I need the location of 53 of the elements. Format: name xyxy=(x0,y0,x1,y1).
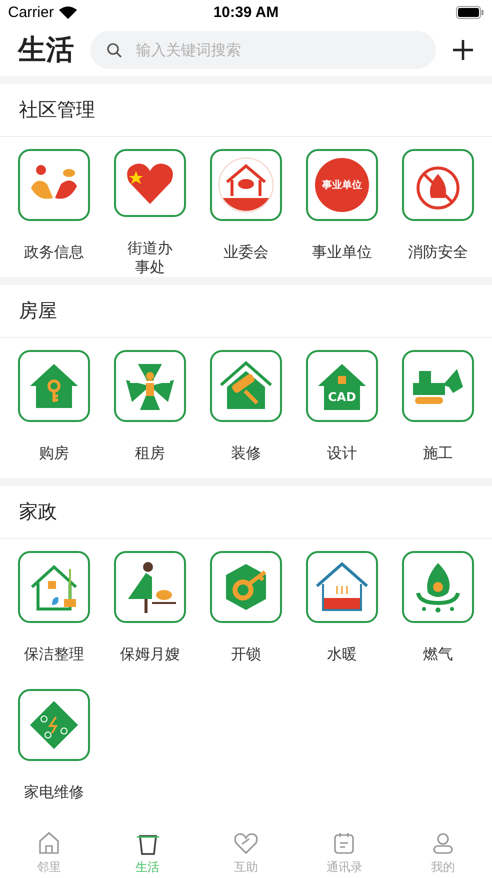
service-tile[interactable] xyxy=(306,551,378,623)
service-label: 业委会 xyxy=(224,243,268,262)
service-tile[interactable]: CAD xyxy=(306,350,378,422)
tab-item[interactable]: 生活 xyxy=(98,826,197,878)
service-tile[interactable] xyxy=(18,689,90,761)
service-tile[interactable] xyxy=(210,551,282,623)
service-tile[interactable]: 事业单位 xyxy=(306,149,378,221)
clock-time: 10:39 AM xyxy=(213,4,279,20)
service-tile[interactable] xyxy=(402,551,474,623)
service-tile[interactable] xyxy=(114,551,186,623)
tab-item[interactable]: 我的 xyxy=(394,826,492,878)
service-label: 设计 xyxy=(327,444,357,463)
circle-icon xyxy=(314,157,370,213)
service-label: 开锁 xyxy=(231,645,261,664)
section-title: 家政 xyxy=(19,500,57,525)
add-icon[interactable] xyxy=(452,39,474,61)
icon-label: CAD xyxy=(328,390,356,404)
service-tile[interactable] xyxy=(18,350,90,422)
section-title: 社区管理 xyxy=(19,98,95,123)
service-label: 政务信息 xyxy=(24,243,84,262)
service-label: 施工 xyxy=(423,444,453,463)
service-label: 购房 xyxy=(39,444,69,463)
service-label: 街道办事处 xyxy=(126,239,174,277)
heart-icon xyxy=(232,830,259,856)
service-tile[interactable] xyxy=(210,149,282,221)
service-label: 事业单位 xyxy=(312,243,372,262)
service-label: 家电维修 xyxy=(24,783,84,802)
tab-item[interactable]: 通讯录 xyxy=(295,826,394,878)
service-label: 租房 xyxy=(135,444,165,463)
search-icon xyxy=(106,42,122,58)
service-label: 保姆月嫂 xyxy=(120,645,180,664)
service-label: 水暖 xyxy=(327,645,357,664)
service-tile[interactable] xyxy=(18,551,90,623)
house-icon xyxy=(217,156,275,214)
service-tile[interactable] xyxy=(402,149,474,221)
service-tile[interactable] xyxy=(18,149,90,221)
service-label: 装修 xyxy=(231,444,261,463)
search-field[interactable]: 输入关键词搜索 xyxy=(90,31,436,69)
service-tile[interactable] xyxy=(114,350,186,422)
icon-label: 事业单位 xyxy=(322,178,362,192)
section-title: 房屋 xyxy=(19,299,57,324)
service-tile[interactable] xyxy=(114,149,186,217)
tab-item[interactable]: 互助 xyxy=(196,826,296,878)
service-tile[interactable] xyxy=(210,350,282,422)
service-label: 消防安全 xyxy=(408,243,468,262)
service-label: 保洁整理 xyxy=(24,645,84,664)
page-title: 生活 xyxy=(18,32,74,68)
carrier-name: Carrier xyxy=(8,4,54,20)
wifi-icon xyxy=(58,6,77,18)
service-label: 燃气 xyxy=(423,645,453,664)
service-tile[interactable] xyxy=(402,350,474,422)
battery-icon xyxy=(456,6,484,18)
tab-item[interactable]: 邻里 xyxy=(0,826,98,878)
